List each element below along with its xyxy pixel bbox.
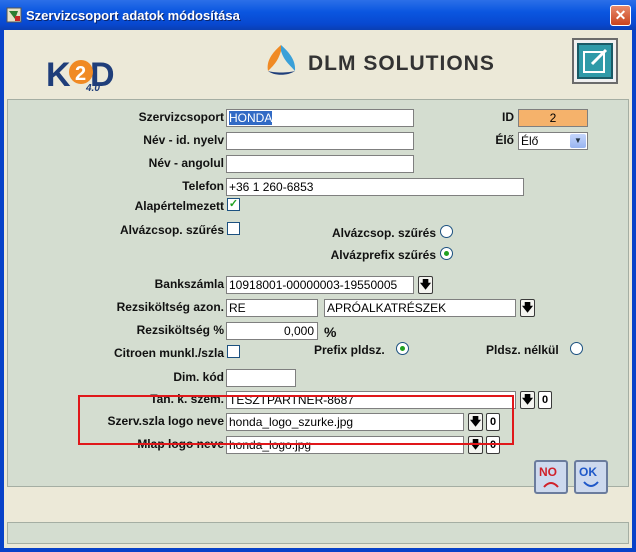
nev-id-nyelv-label: Név - id. nyelv <box>143 133 224 147</box>
nev-id-nyelv-input[interactable] <box>226 132 414 150</box>
main-window: Szervizcsoport adatok módosítása ✕ K D 2… <box>0 0 636 552</box>
pldsz-nelkul-label: Pldsz. nélkül <box>486 343 559 357</box>
svg-text:K: K <box>46 56 71 94</box>
no-button[interactable]: NO <box>534 460 568 494</box>
bankszamla-input[interactable]: 10918001-00000003-19550005 <box>226 276 414 294</box>
szervizcsoport-input[interactable]: HONDA <box>226 109 414 127</box>
dim-kod-label: Dim. kód <box>173 370 224 384</box>
id-field: 2 <box>518 109 588 127</box>
rezsikoltseg-pct-label: Rezsiköltség % <box>136 323 224 337</box>
prefix-pldsz-label: Prefix pldsz. <box>314 343 385 357</box>
alvazcsop-szures-radio[interactable] <box>440 225 453 238</box>
rezsikoltseg-code-input[interactable]: RE <box>226 299 318 317</box>
rezsikoltseg-pct-input[interactable]: 0,000 <box>226 322 318 340</box>
alapertelmezett-checkbox[interactable]: ✓ <box>227 198 240 211</box>
alvazprefix-szures-radio[interactable] <box>440 247 453 260</box>
nev-angolul-input[interactable] <box>226 155 414 173</box>
telefon-input[interactable]: +36 1 260-6853 <box>226 178 524 196</box>
szervizcsoport-value: HONDA <box>229 111 273 125</box>
no-button-label: NO <box>539 465 557 479</box>
title-bar[interactable]: Szervizcsoport adatok módosítása ✕ <box>0 0 636 30</box>
alvazcsop-szures-label: Alvázcsop. szűrés <box>119 223 224 237</box>
highlight-box <box>78 395 514 445</box>
edit-icon[interactable] <box>572 38 618 84</box>
nev-angolul-label: Név - angolul <box>148 156 224 170</box>
rezsikoltseg-azon-label: Rezsiköltség azon. <box>116 300 224 314</box>
status-bar <box>7 522 629 544</box>
tan-k-szem-clear-button[interactable]: 0 <box>538 391 552 409</box>
dim-kod-input[interactable] <box>226 369 296 387</box>
bankszamla-lookup-button[interactable]: 🡇 <box>418 276 433 294</box>
prefix-pldsz-radio[interactable] <box>396 342 409 355</box>
dlm-logo-mark <box>267 45 296 75</box>
citroen-checkbox[interactable] <box>227 345 240 358</box>
rezsikoltseg-name-input[interactable]: APRÓALKATRÉSZEK <box>324 299 516 317</box>
rezsikoltseg-lookup-button[interactable]: 🡇 <box>520 299 535 317</box>
elo-label: Élő <box>495 133 514 147</box>
percent-unit: % <box>324 324 337 340</box>
window-title: Szervizcsoport adatok módosítása <box>26 8 240 23</box>
ok-button-label: OK <box>579 465 597 479</box>
svg-text:2: 2 <box>75 63 86 85</box>
client-area: K D 2 4.0 DLM SOLUTIONS Szervizcsoport H… <box>4 30 632 548</box>
elo-select[interactable]: Élő ▼ <box>518 132 588 150</box>
close-button[interactable]: ✕ <box>610 5 631 26</box>
elo-selected-value: Élő <box>521 134 539 148</box>
alvazcsop-szures-radio-label: Alvázcsop. szűrés <box>331 226 436 240</box>
alapertelmezett-label: Alapértelmezett <box>134 199 224 213</box>
telefon-label: Telefon <box>182 179 224 193</box>
chevron-down-icon[interactable]: ▼ <box>570 134 586 148</box>
alvazprefix-szures-radio-label: Alvázprefix szűrés <box>330 248 436 262</box>
app-icon <box>6 7 22 23</box>
szervizcsoport-label: Szervizcsoport <box>138 110 224 124</box>
citroen-label: Citroen munkl./szla <box>113 346 224 360</box>
tan-k-szem-lookup-button[interactable]: 🡇 <box>520 391 535 409</box>
pldsz-nelkul-radio[interactable] <box>570 342 583 355</box>
id-label: ID <box>502 110 514 124</box>
bankszamla-label: Bankszámla <box>154 277 224 291</box>
alvazcsop-szures-checkbox[interactable] <box>227 222 240 235</box>
company-name: DLM SOLUTIONS <box>308 52 495 75</box>
ok-button[interactable]: OK <box>574 460 608 494</box>
k2d-version: 4.0 <box>86 83 100 94</box>
